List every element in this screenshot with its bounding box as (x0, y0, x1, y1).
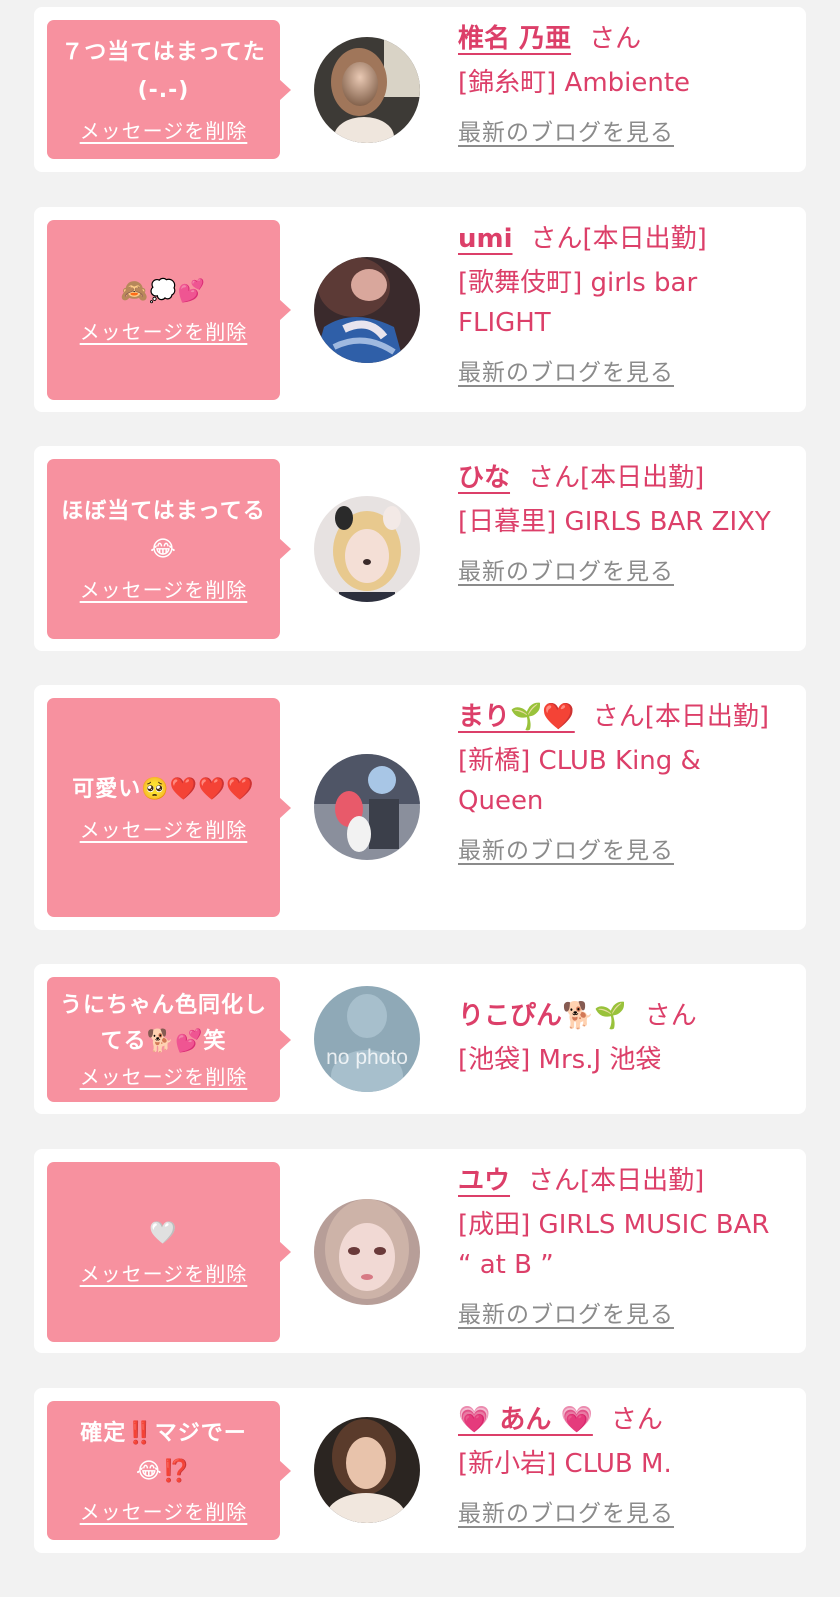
delete-message-link[interactable]: メッセージを削除 (80, 575, 248, 605)
girl-name-link[interactable]: ユウ (458, 1166, 510, 1196)
message-card: 確定‼️マジでー😂⁉️ メッセージを削除 💗 あん 💗 さん [新小岩] CLUB… (34, 1388, 806, 1553)
message-text: うにちゃん色同化してる🐕💕笑 (59, 992, 267, 1054)
girl-info: まり🌱❤️ さん[本日出勤] [新橋] CLUB King & Queen 最新の… (458, 697, 778, 870)
message-bubble: ほぼ当てはまってる😂 メッセージを削除 (47, 459, 291, 639)
message-bubble: 可愛い🥺❤️❤️❤️ メッセージを削除 (47, 698, 291, 917)
delete-message-link[interactable]: メッセージを削除 (80, 1259, 248, 1289)
avatar[interactable] (314, 257, 420, 363)
message-text: 🙈💭💕 (120, 279, 207, 304)
honorific: さん (528, 1166, 581, 1196)
message-text: ７つ当てはまってた(-.-) (61, 39, 266, 103)
girl-name-link[interactable]: まり🌱❤️ (458, 702, 575, 732)
attendance-status: [本日出勤] (580, 1166, 705, 1196)
girl-info: umi さん[本日出勤] [歌舞伎町] girls bar FLIGHT 最新のブ… (458, 219, 778, 392)
name-line: 💗 あん 💗 さん (458, 1400, 778, 1440)
message-bubble: 🤍 メッセージを削除 (47, 1162, 291, 1342)
message-card: ７つ当てはまってた(-.-) メッセージを削除 椎名 乃亜 さん [錦糸町] A… (34, 7, 806, 172)
avatar[interactable] (314, 1417, 420, 1523)
message-card: うにちゃん色同化してる🐕💕笑 メッセージを削除 no photo りこぴん🐕🌱 さ… (34, 964, 806, 1114)
message-list: ７つ当てはまってた(-.-) メッセージを削除 椎名 乃亜 さん [錦糸町] A… (0, 0, 840, 1597)
attendance-status: [本日出勤] (644, 702, 770, 732)
girl-name-link[interactable]: ひな (458, 463, 510, 493)
message-bubble: 確定‼️マジでー😂⁉️ メッセージを削除 (47, 1401, 291, 1540)
message-text: 🤍 (149, 1221, 178, 1246)
name-line: りこぴん🐕🌱 さん (458, 996, 778, 1036)
message-card: 可愛い🥺❤️❤️❤️ メッセージを削除 まり🌱❤️ さん[本日出勤] [新橋] C… (34, 685, 806, 930)
name-line: まり🌱❤️ さん[本日出勤] (458, 697, 778, 737)
girl-name-link[interactable]: 椎名 乃亜 (458, 24, 571, 54)
delete-message-link[interactable]: メッセージを削除 (80, 1497, 248, 1527)
avatar[interactable] (314, 37, 420, 143)
avatar[interactable] (314, 496, 420, 602)
attendance-status: [本日出勤] (580, 463, 705, 493)
shop-name: [錦糸町] Ambiente (458, 68, 691, 98)
name-line: ユウ さん[本日出勤] (458, 1161, 778, 1201)
girl-info: ユウ さん[本日出勤] [成田] GIRLS MUSIC BAR “ at B ”… (458, 1161, 778, 1334)
shop-name: [歌舞伎町] girls bar FLIGHT (458, 268, 698, 338)
girl-name-text[interactable]: りこぴん🐕🌱 (458, 1001, 627, 1031)
latest-blog-link[interactable]: 最新のブログを見る (458, 1299, 674, 1331)
latest-blog-link[interactable]: 最新のブログを見る (458, 357, 674, 389)
no-photo-placeholder-icon: no photo (314, 986, 420, 1092)
profile-photo-icon (314, 37, 420, 143)
avatar[interactable]: no photo (314, 986, 420, 1092)
delete-message-link[interactable]: メッセージを削除 (80, 116, 248, 146)
profile-photo-icon (314, 1199, 420, 1305)
avatar[interactable] (314, 1199, 420, 1305)
profile-photo-icon (314, 1417, 420, 1523)
no-photo-text: no photo (326, 1046, 408, 1069)
honorific: さん (528, 463, 581, 493)
honorific: さん (530, 224, 583, 254)
girl-info: 💗 あん 💗 さん [新小岩] CLUB M. 最新のブログを見る (458, 1400, 778, 1533)
message-text: 確定‼️マジでー😂⁉️ (80, 1420, 247, 1484)
girl-info: 椎名 乃亜 さん [錦糸町] Ambiente 最新のブログを見る (458, 19, 778, 152)
shop-name: [新小岩] CLUB M. (458, 1449, 672, 1479)
message-card: 🙈💭💕 メッセージを削除 umi さん[本日出勤] [歌舞伎町] girls ba… (34, 207, 806, 412)
name-line: ひな さん[本日出勤] (458, 458, 778, 498)
name-line: 椎名 乃亜 さん (458, 19, 778, 59)
latest-blog-link[interactable]: 最新のブログを見る (458, 556, 674, 588)
shop-name: [池袋] Mrs.J 池袋 (458, 1045, 662, 1075)
message-card: 🤍 メッセージを削除 ユウ さん[本日出勤] [成田] GIRLS MUSIC B… (34, 1149, 806, 1353)
delete-message-link[interactable]: メッセージを削除 (80, 1062, 248, 1092)
message-bubble: 🙈💭💕 メッセージを削除 (47, 220, 291, 400)
profile-photo-icon (314, 754, 420, 860)
message-text: 可愛い🥺❤️❤️❤️ (72, 776, 255, 802)
message-text: ほぼ当てはまってる😂 (61, 499, 266, 562)
profile-photo-icon (314, 496, 420, 602)
message-bubble: うにちゃん色同化してる🐕💕笑 メッセージを削除 (47, 977, 291, 1102)
message-card: ほぼ当てはまってる😂 メッセージを削除 ひな さん[本日出勤] [日暮里] GIR… (34, 446, 806, 651)
shop-name: [日暮里] GIRLS BAR ZIXY (458, 507, 771, 537)
shop-name: [成田] GIRLS MUSIC BAR “ at B ” (458, 1210, 770, 1280)
girl-name-link[interactable]: umi (458, 224, 513, 254)
latest-blog-link[interactable]: 最新のブログを見る (458, 835, 674, 867)
latest-blog-link[interactable]: 最新のブログを見る (458, 117, 674, 149)
delete-message-link[interactable]: メッセージを削除 (80, 815, 248, 845)
honorific: さん (592, 702, 645, 732)
profile-photo-icon (314, 257, 420, 363)
girl-info: りこぴん🐕🌱 さん [池袋] Mrs.J 池袋 (458, 996, 778, 1080)
honorific: さん (610, 1405, 663, 1435)
delete-message-link[interactable]: メッセージを削除 (80, 317, 248, 347)
name-line: umi さん[本日出勤] (458, 219, 778, 259)
honorific: さん (644, 1001, 697, 1031)
latest-blog-link[interactable]: 最新のブログを見る (458, 1498, 674, 1530)
attendance-status: [本日出勤] (582, 224, 707, 254)
avatar[interactable] (314, 754, 420, 860)
girl-name-link[interactable]: 💗 あん 💗 (458, 1405, 593, 1435)
shop-name: [新橋] CLUB King & Queen (458, 746, 701, 816)
girl-info: ひな さん[本日出勤] [日暮里] GIRLS BAR ZIXY 最新のブログを見… (458, 458, 778, 591)
honorific: さん (589, 24, 642, 54)
message-bubble: ７つ当てはまってた(-.-) メッセージを削除 (47, 20, 291, 159)
